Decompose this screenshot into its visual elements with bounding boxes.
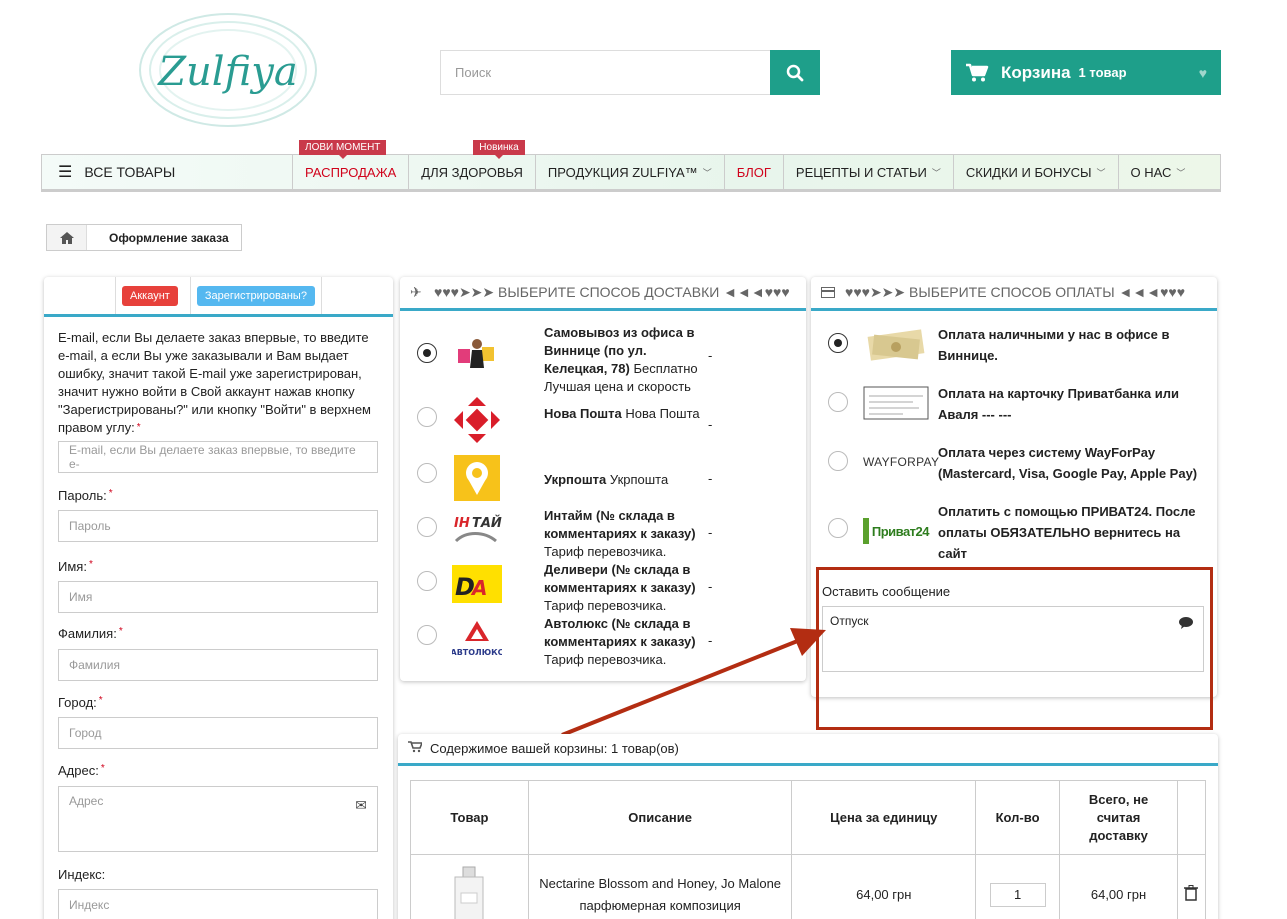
cart-contents-header: Содержимое вашей корзины: 1 товар(ов) <box>398 734 1218 766</box>
qty-cell: 1 <box>975 854 1061 919</box>
table-row: Nectarine Blossom and Honey, Jo Malone п… <box>410 854 1207 919</box>
cart-table: Товар Описание Цена за единицу Кол-во Вс… <box>410 780 1207 919</box>
product-image[interactable] <box>410 854 529 919</box>
cart-icon <box>408 741 424 756</box>
row-total: 64,00 грн <box>1059 854 1178 919</box>
cart-contents-panel: Содержимое вашей корзины: 1 товар(ов) То… <box>398 734 1218 919</box>
remove-button[interactable] <box>1176 854 1207 919</box>
product-description[interactable]: Nectarine Blossom and Honey, Jo Malone п… <box>527 854 793 919</box>
quantity-input[interactable]: 1 <box>989 882 1046 907</box>
table-header-row: Товар Описание Цена за единицу Кол-во Вс… <box>410 780 1207 855</box>
trash-icon <box>1184 885 1199 901</box>
unit-price: 64,00 грн <box>791 854 977 919</box>
